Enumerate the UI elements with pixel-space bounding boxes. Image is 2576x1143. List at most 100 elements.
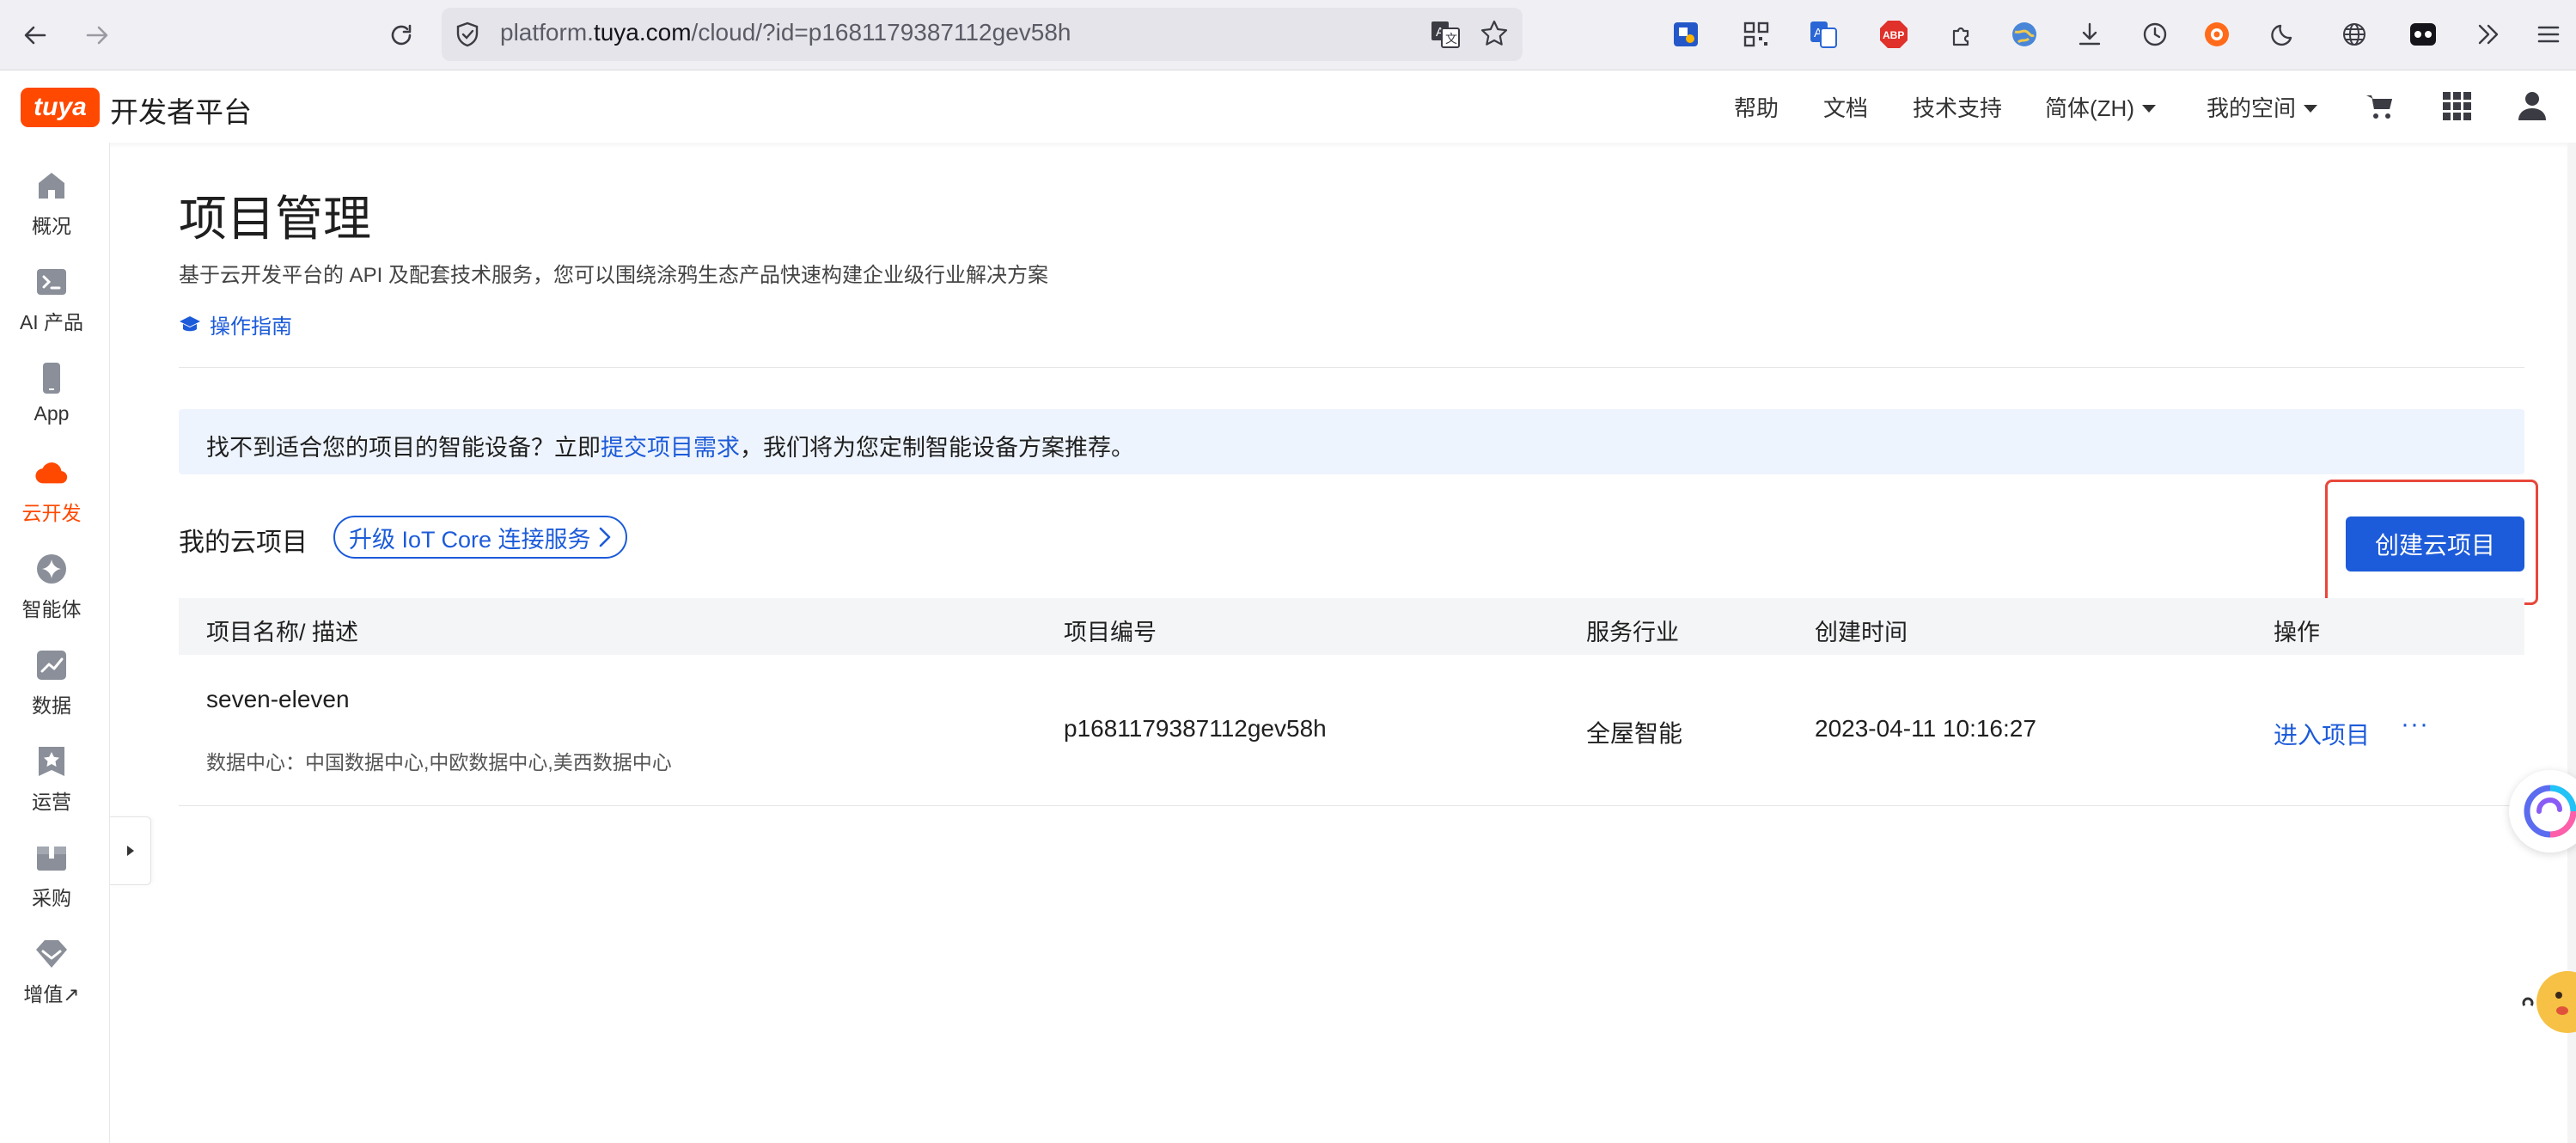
history-clock-icon[interactable]: [2136, 15, 2174, 53]
column-header-industry: 服务行业: [1586, 620, 1679, 645]
sidebar-item-app[interactable]: App: [0, 361, 103, 425]
nav-support[interactable]: 技术支持: [1913, 91, 2002, 123]
my-cloud-projects-heading: 我的云项目: [179, 529, 308, 557]
reload-icon[interactable]: [382, 15, 421, 55]
puzzle-extension-icon[interactable]: [1944, 15, 1981, 53]
column-header-actions: 操作: [2274, 620, 2320, 645]
sidebar-item-procurement[interactable]: 采购: [0, 840, 103, 911]
logo-text: tuya: [34, 93, 87, 121]
mascot-chat-icon[interactable]: [2518, 963, 2576, 1040]
app-header: tuya 开发者平台 帮助 文档 技术支持 简体(ZH) 我的空间: [0, 70, 2576, 143]
tuya-logo[interactable]: tuya: [21, 88, 100, 127]
cloud-icon: [34, 455, 69, 490]
svg-text:文: 文: [1445, 33, 1457, 46]
chevron-right-icon: [599, 527, 610, 547]
extension-blue-square-icon[interactable]: [1667, 15, 1705, 53]
diamond-icon: [34, 937, 69, 971]
sidebar-item-label: 数据: [32, 694, 71, 717]
caret-down-icon: [2141, 104, 2156, 113]
sidebar-item-ai-products[interactable]: AI 产品: [0, 265, 103, 335]
cart-icon[interactable]: [2365, 91, 2396, 122]
sidebar-item-agent[interactable]: 智能体: [0, 552, 103, 622]
guide-link-label: 操作指南: [210, 315, 292, 339]
sidebar-item-label: AI 产品: [19, 311, 84, 333]
site-shield-icon[interactable]: [454, 21, 481, 48]
notice-banner: 找不到适合您的项目的智能设备？立即提交项目需求，我们将为您定制智能设备方案推荐。: [179, 409, 2524, 474]
notice-text: 找不到适合您的项目的智能设备？立即提交项目需求，我们将为您定制智能设备方案推荐。: [206, 429, 1134, 462]
graduation-cap-icon: [180, 315, 200, 331]
sidebar-item-value-added[interactable]: 增值↗: [0, 937, 103, 1007]
project-id: p1681179387112gev58h: [1064, 715, 1327, 742]
page-title: 项目管理: [179, 192, 371, 246]
upgrade-iot-core-button[interactable]: 升级 IoT Core 连接服务: [333, 516, 627, 559]
column-header-id: 项目编号: [1064, 620, 1157, 645]
nav-my-space[interactable]: 我的空间: [2207, 91, 2318, 123]
platform-name: 开发者平台: [110, 96, 252, 128]
url-text[interactable]: platform.tuya.com/cloud/?id=p16811793871…: [500, 19, 1071, 46]
chart-icon: [34, 648, 69, 682]
caret-down-icon: [2304, 104, 2318, 113]
sidebar-item-label: 智能体: [21, 598, 82, 620]
notice-text-after: ，我们将为您定制智能设备方案推荐。: [740, 435, 1134, 461]
forward-icon[interactable]: [77, 15, 117, 55]
sidebar-item-operations[interactable]: 运营: [0, 744, 103, 815]
sidebar-item-label: 运营: [32, 791, 71, 813]
bookmark-star-icon[interactable]: [1480, 19, 1509, 48]
qr-code-icon[interactable]: [1737, 15, 1775, 53]
column-header-name: 项目名称/ 描述: [206, 620, 359, 645]
dark-mode-moon-icon[interactable]: [2265, 15, 2303, 53]
sidebar-item-label: 概况: [32, 215, 71, 237]
more-actions-button[interactable]: ···: [2401, 710, 2429, 739]
upgrade-label: 升级 IoT Core 连接服务: [349, 526, 591, 553]
project-created-time: 2023-04-11 10:16:27: [1815, 715, 2036, 742]
sidebar-item-label: 增值↗: [23, 983, 80, 1005]
sidebar-item-label: 云开发: [21, 502, 82, 524]
star-badge-icon: [34, 744, 69, 779]
nav-language[interactable]: 简体(ZH): [2045, 91, 2156, 123]
overflow-chevrons-icon[interactable]: [2469, 15, 2507, 53]
sidebar-expand-toggle[interactable]: [110, 816, 151, 885]
enter-project-link[interactable]: 进入项目: [2274, 717, 2370, 751]
swirl-logo-icon: [2524, 785, 2576, 838]
apps-grid-icon[interactable]: [2442, 91, 2473, 122]
network-globe-icon[interactable]: [2335, 15, 2373, 53]
box-icon: [34, 840, 69, 875]
table-row: seven-eleven 数据中心：中国数据中心,中欧数据中心,美西数据中心 p…: [179, 655, 2524, 806]
divider: [179, 367, 2524, 368]
notice-text-before: 找不到适合您的项目的智能设备？立即: [206, 435, 601, 461]
guide-link[interactable]: 操作指南: [179, 309, 292, 339]
project-name: seven-eleven: [206, 686, 350, 712]
home-icon: [34, 168, 69, 203]
hamburger-menu-icon[interactable]: [2530, 15, 2567, 53]
language-label: 简体(ZH): [2045, 95, 2134, 121]
nav-help[interactable]: 帮助: [1734, 91, 1779, 123]
sidebar-item-label: 采购: [32, 887, 71, 909]
user-avatar-icon[interactable]: [2516, 89, 2549, 122]
translator-extension-icon[interactable]: A: [1804, 15, 1842, 53]
globe-extension-icon[interactable]: [2005, 15, 2043, 53]
sidebar-item-label: App: [34, 402, 70, 425]
download-icon[interactable]: [2071, 15, 2109, 53]
terminal-icon: [34, 265, 69, 299]
table-header: 项目名称/ 描述 项目编号 服务行业 创建时间 操作: [179, 598, 2524, 655]
column-header-created: 创建时间: [1815, 620, 1908, 645]
svg-text:ABP: ABP: [1883, 29, 1904, 41]
submit-requirement-link[interactable]: 提交项目需求: [601, 435, 740, 461]
caret-right-icon: [126, 846, 134, 856]
sidebar-item-data[interactable]: 数据: [0, 648, 103, 718]
my-space-label: 我的空间: [2207, 95, 2297, 121]
sidebar-item-overview[interactable]: 概况: [0, 168, 103, 239]
nav-docs[interactable]: 文档: [1823, 91, 1868, 123]
project-industry: 全屋智能: [1586, 720, 1683, 747]
sidebar-item-cloud-dev[interactable]: 云开发: [0, 455, 103, 526]
page-description: 基于云开发平台的 API 及配套技术服务，您可以围绕涂鸦生态产品快速构建企业级行…: [179, 264, 1049, 287]
glasses-extension-icon[interactable]: [2404, 15, 2442, 53]
adblock-icon[interactable]: ABP: [1875, 15, 1913, 53]
back-icon[interactable]: [15, 15, 55, 55]
orange-extension-icon[interactable]: [2198, 15, 2236, 53]
sparkle-icon: [34, 552, 69, 586]
browser-toolbar: platform.tuya.com/cloud/?id=p16811793871…: [0, 0, 2576, 70]
create-cloud-project-button[interactable]: 创建云项目: [2346, 516, 2524, 572]
project-description: 数据中心：中国数据中心,中欧数据中心,美西数据中心: [206, 751, 672, 773]
translate-icon[interactable]: A文: [1430, 19, 1461, 50]
